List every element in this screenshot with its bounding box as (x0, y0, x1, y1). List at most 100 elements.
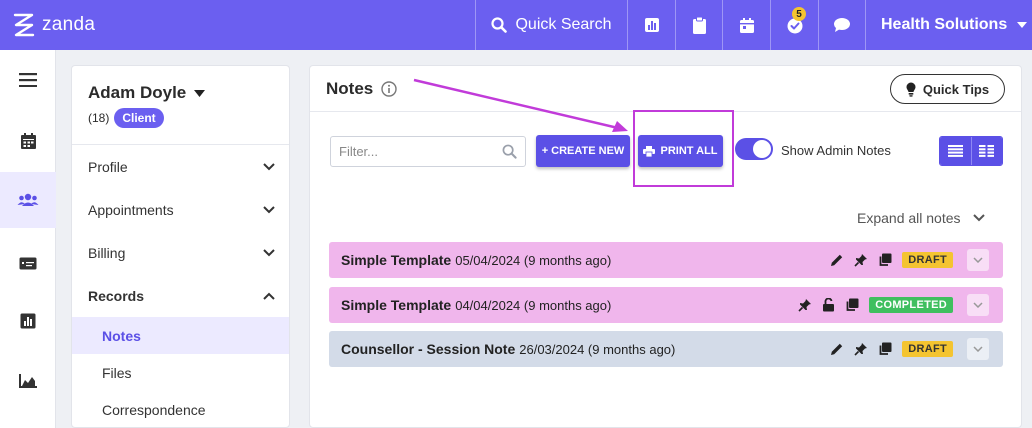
copy-icon[interactable] (878, 253, 892, 267)
search-icon (491, 17, 508, 33)
zanda-logo[interactable]: zanda (12, 10, 95, 40)
menu-item-label: Records (88, 287, 145, 304)
grid-view-icon (979, 145, 995, 157)
submenu-item-files[interactable]: Files (72, 354, 289, 391)
quick-tips-button[interactable]: Quick Tips (890, 74, 1005, 104)
copy-icon[interactable] (878, 342, 892, 356)
chat-icon (834, 18, 850, 32)
client-menu: Profile Appointments Billing Records Not… (72, 144, 289, 427)
zanda-logo-icon (13, 13, 35, 37)
print-all-highlight-annotation (633, 110, 734, 187)
note-row[interactable]: Counsellor - Session Note 26/03/2024 (9 … (329, 331, 1003, 367)
note-date: 04/04/2024 (9 months ago) (455, 297, 612, 313)
organisation-name: Health Solutions (881, 16, 1008, 33)
tasks-count-badge: 5 (792, 7, 806, 21)
client-name: Adam Doyle (88, 83, 187, 102)
client-panel: Adam Doyle (18) Client Profile Appointme… (71, 65, 290, 428)
client-meta: (18) Client (88, 108, 164, 128)
client-name-dropdown[interactable]: Adam Doyle (88, 83, 206, 103)
reports-button[interactable] (627, 0, 675, 50)
page-title: Notes (326, 79, 397, 99)
chevron-down-icon (973, 257, 983, 263)
list-view-icon (947, 145, 963, 157)
copy-icon[interactable] (845, 298, 859, 312)
chevron-down-icon (973, 302, 983, 308)
submenu-item-correspondence[interactable]: Correspondence (72, 391, 289, 427)
view-mode-toggle (939, 136, 1003, 166)
expand-all-label: Expand all notes (857, 210, 961, 226)
pin-icon[interactable] (854, 342, 868, 356)
note-row[interactable]: Simple Template 04/04/2024 (9 months ago… (329, 287, 1003, 323)
show-admin-notes-toggle[interactable] (735, 138, 773, 160)
clients-icon (17, 193, 39, 206)
note-title: Simple Template (341, 252, 452, 268)
toggle-knob (753, 140, 771, 158)
logo-text: zanda (42, 14, 96, 35)
expand-all-notes-button[interactable]: Expand all notes (857, 210, 985, 226)
caret-down-icon (194, 89, 206, 97)
quick-search-button[interactable]: Quick Search (475, 0, 627, 50)
menu-item-records[interactable]: Records (72, 274, 289, 317)
row-expand-button[interactable] (967, 294, 989, 316)
clipboard-button[interactable] (675, 0, 722, 50)
rail-clients-button[interactable] (0, 172, 56, 228)
rail-menu-button[interactable] (0, 52, 56, 108)
row-expand-button[interactable] (967, 249, 989, 271)
pin-icon[interactable] (798, 298, 812, 312)
rail-analytics-button[interactable] (0, 353, 56, 409)
tasks-button[interactable]: 5 (770, 0, 818, 50)
note-actions: COMPLETED (798, 287, 953, 323)
calendar-icon (20, 133, 36, 149)
info-icon[interactable] (381, 81, 397, 97)
note-title: Counsellor - Session Note (341, 341, 516, 357)
notes-panel: Notes Quick Tips + CREATE NEW (309, 65, 1022, 428)
organisation-switcher[interactable]: Health Solutions (865, 0, 1032, 50)
pin-icon[interactable] (854, 253, 868, 267)
menu-item-appointments[interactable]: Appointments (72, 188, 289, 231)
submenu-item-notes[interactable]: Notes (72, 317, 289, 354)
menu-item-billing[interactable]: Billing (72, 231, 289, 274)
filter-input[interactable] (339, 144, 489, 159)
chevron-down-icon (263, 162, 275, 170)
calendar-button[interactable] (722, 0, 770, 50)
chevron-down-icon (263, 248, 275, 256)
note-title: Simple Template (341, 297, 452, 313)
row-expand-button[interactable] (967, 338, 989, 360)
edit-pencil-icon[interactable] (830, 253, 844, 267)
notes-title: Notes (326, 79, 374, 98)
menu-item-label: Appointments (88, 201, 174, 218)
notes-header: Notes Quick Tips (310, 66, 1021, 112)
quick-tips-label: Quick Tips (922, 81, 990, 97)
quick-search-label: Quick Search (515, 16, 612, 33)
analytics-icon (19, 374, 37, 388)
list-view-button[interactable] (940, 137, 971, 165)
reports-icon (20, 313, 36, 329)
rail-calendar-button[interactable] (0, 113, 56, 169)
note-date: 05/04/2024 (9 months ago) (455, 252, 612, 268)
clipboard-icon (692, 16, 706, 34)
status-badge: DRAFT (902, 341, 953, 357)
note-row[interactable]: Simple Template 05/04/2024 (9 months ago… (329, 242, 1003, 278)
chevron-down-icon (973, 346, 983, 352)
billing-card-icon (19, 257, 37, 269)
client-type-badge: Client (114, 108, 164, 128)
unlock-icon[interactable] (822, 298, 835, 312)
create-new-button[interactable]: + CREATE NEW (536, 135, 630, 167)
grid-view-button[interactable] (970, 137, 1002, 165)
rail-reports-button[interactable] (0, 293, 56, 349)
messages-button[interactable] (818, 0, 865, 50)
caret-down-icon (1017, 22, 1028, 28)
note-date: 26/03/2024 (9 months ago) (519, 341, 676, 357)
top-navigation-bar: zanda Quick Search 5 Health Solutions (0, 0, 1032, 50)
submenu-item-label: Notes (102, 327, 141, 344)
client-count: (18) (88, 111, 110, 125)
left-rail (0, 50, 56, 428)
chevron-down-icon (263, 205, 275, 213)
status-badge: COMPLETED (869, 297, 953, 313)
submenu-item-label: Files (102, 364, 132, 381)
menu-item-label: Billing (88, 244, 126, 261)
menu-item-profile[interactable]: Profile (72, 145, 289, 188)
rail-billing-button[interactable] (0, 235, 56, 291)
edit-pencil-icon[interactable] (830, 342, 844, 356)
filter-field (330, 136, 526, 167)
